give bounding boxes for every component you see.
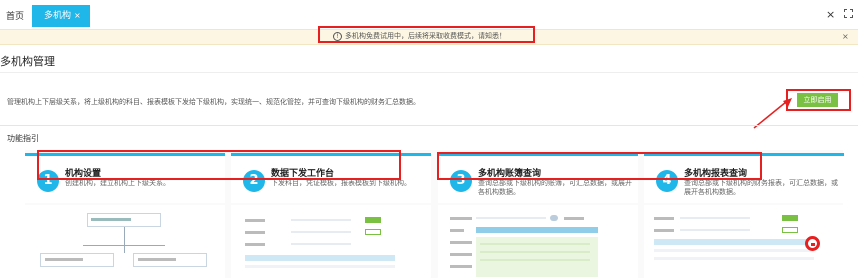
page-title: 多机构管理 bbox=[0, 55, 55, 68]
card-preview-image bbox=[231, 205, 431, 278]
card-description: 下发科目，凭证模板，报表模板到下级机构。 bbox=[271, 179, 411, 187]
card-description: 创建机构，建立机构上下级关系。 bbox=[65, 179, 170, 187]
enable-button[interactable]: 立即启用 bbox=[797, 93, 838, 107]
divider bbox=[0, 72, 858, 73]
card-preview-image bbox=[438, 205, 638, 278]
card-preview-image bbox=[25, 205, 225, 278]
notice-close-icon[interactable]: × bbox=[842, 32, 849, 41]
guide-title: 功能指引 bbox=[7, 134, 39, 143]
feedback-icon[interactable] bbox=[805, 236, 820, 251]
card-description: 查询总部或下级机构的财务报表，可汇总数据，或展开各机构数据。 bbox=[684, 179, 838, 196]
page-description: 管理机构上下层级关系，将上级机构的科目、报表模板下发给下级机构，实现统一、规范化… bbox=[7, 98, 420, 106]
annotation-box bbox=[37, 150, 401, 180]
notice-text: 多机构免费试用中，后续将采取收费模式，请知悉！ bbox=[345, 32, 506, 40]
annotation-box bbox=[437, 152, 762, 180]
fullscreen-icon[interactable] bbox=[844, 9, 853, 18]
warning-icon: ! bbox=[333, 32, 342, 41]
enable-button-highlight: 立即启用 bbox=[786, 89, 851, 111]
tab-multi-org-label: 多机构 bbox=[44, 11, 72, 21]
close-all-tabs-icon[interactable]: × bbox=[826, 8, 835, 21]
tab-close-icon[interactable]: × bbox=[74, 11, 81, 20]
tab-multi-org[interactable]: 多机构 × bbox=[32, 5, 90, 27]
divider bbox=[0, 125, 858, 126]
tab-home[interactable]: 首页 bbox=[6, 9, 24, 22]
card-description: 查询总部或下级机构的账簿，可汇总数据，或展开各机构数据。 bbox=[478, 179, 632, 196]
